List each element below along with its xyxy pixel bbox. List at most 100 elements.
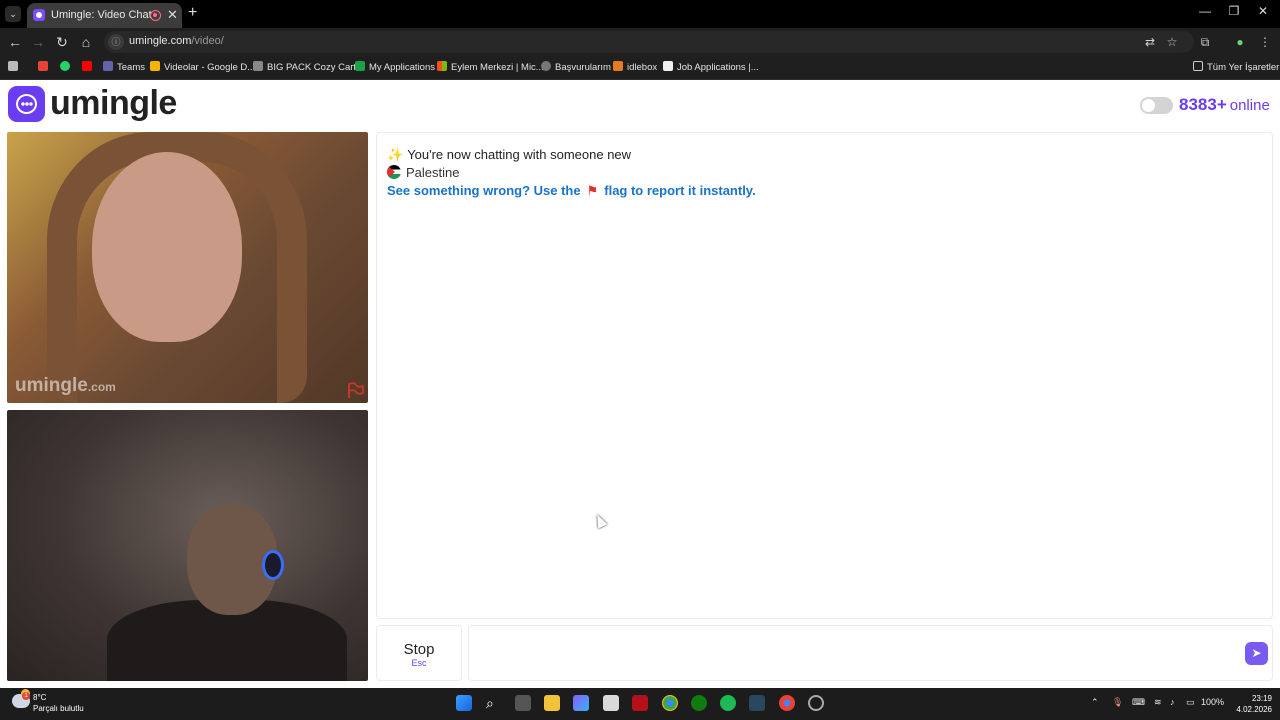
extensions-icon[interactable]: ⧉ xyxy=(1197,34,1213,50)
microsoft-icon xyxy=(437,61,447,71)
stop-shortcut: Esc xyxy=(411,658,427,668)
profile-avatar-icon[interactable]: ● xyxy=(1232,34,1248,50)
site-info-icon[interactable]: ⓘ xyxy=(108,34,124,50)
headset-light xyxy=(262,550,284,580)
bookmark-teams[interactable]: Teams xyxy=(103,61,145,75)
red-app-icon[interactable] xyxy=(632,695,648,711)
bookmark-gmail[interactable] xyxy=(38,61,52,75)
forward-arrow-icon[interactable]: → xyxy=(30,34,46,50)
report-flag-icon[interactable] xyxy=(346,382,364,398)
whatsapp-icon xyxy=(60,61,70,71)
bookmark-eylem-merkezi[interactable]: Eylem Merkezi | Mic... xyxy=(437,61,544,75)
weather-badge: 1 xyxy=(22,692,30,700)
keyboard-icon[interactable]: ⌨ xyxy=(1132,697,1145,708)
minimize-button[interactable]: — xyxy=(1190,4,1220,18)
bookmark-whatsapp[interactable] xyxy=(60,61,74,75)
copilot-icon[interactable] xyxy=(573,695,589,711)
browser-toolbar: ← → ↻ ⌂ ⓘ umingle.com/video/ ⇄ ☆ ⧉ ● ⋮ xyxy=(0,28,1280,56)
red-flag-icon: ⚑ xyxy=(586,183,599,198)
self-video xyxy=(7,410,368,681)
umingle-watermark: umingle.com xyxy=(15,375,116,396)
tab-title: Umingle: Video Chat with S xyxy=(51,9,155,21)
stop-label: Stop xyxy=(403,641,435,658)
folder-icon xyxy=(1193,61,1203,71)
gmail-icon xyxy=(38,61,48,71)
bookmark-idlebox[interactable]: idlebox xyxy=(613,61,657,75)
url-path: /video/ xyxy=(191,35,224,47)
restore-button[interactable]: ❐ xyxy=(1219,4,1249,18)
message-input[interactable] xyxy=(468,625,1273,681)
microphone-icon[interactable]: 🎙 xyxy=(1112,697,1123,708)
weather-description: Parçalı bulutlu xyxy=(33,704,84,713)
chrome-profile-icon[interactable] xyxy=(779,695,795,711)
file-explorer-icon[interactable] xyxy=(544,695,560,711)
sparkle-icon: ✨ xyxy=(387,147,404,162)
new-tab-button[interactable]: + xyxy=(188,4,197,22)
bookmark-my-applications[interactable]: My Applications xyxy=(355,61,435,75)
battery-icon[interactable]: ▭ xyxy=(1186,697,1195,708)
workday-icon xyxy=(663,61,673,71)
globe-icon xyxy=(541,61,551,71)
clock-time: 23:19 xyxy=(1251,694,1272,703)
window-close-button[interactable]: ✕ xyxy=(1248,4,1278,18)
online-count: 8383+ xyxy=(1179,95,1227,114)
umingle-logo-icon[interactable] xyxy=(8,86,45,122)
home-icon[interactable]: ⌂ xyxy=(78,34,94,50)
google-drive-icon xyxy=(150,61,160,71)
battery-percent: 100% xyxy=(1201,697,1225,707)
youtube-icon xyxy=(82,61,92,71)
spotify-icon[interactable] xyxy=(720,695,736,711)
system-message-connected: ✨ You're now chatting with someone new xyxy=(387,147,632,162)
back-arrow-icon[interactable]: ← xyxy=(7,34,23,50)
bookmarks-bar: Teams Videolar - Google D... BIG PACK Co… xyxy=(0,56,1280,80)
windows-taskbar: 1 8°C Parçalı bulutlu ⌕ ⌃ 🎙 ⌨ ≋ ♪ ▭ 100%… xyxy=(0,688,1280,720)
site-logo-text[interactable]: umingle xyxy=(50,84,177,123)
online-label: online xyxy=(1229,97,1270,114)
bookmark-google-drive[interactable]: Videolar - Google D... xyxy=(150,61,255,75)
bookmark-big-pack[interactable]: BIG PACK Cozy Cart... xyxy=(253,61,364,75)
bookmark-basvurularim[interactable]: Başvurularım xyxy=(541,61,611,75)
xbox-icon[interactable] xyxy=(691,695,707,711)
wifi-icon[interactable]: ≋ xyxy=(1154,697,1162,708)
report-hint: See something wrong? Use the ⚑ flag to rep… xyxy=(387,183,756,198)
stranger-country: Palestine xyxy=(387,165,459,180)
search-icon[interactable]: ⌕ xyxy=(486,695,502,711)
clock-date: 4.02.2026 xyxy=(1236,705,1272,714)
tab-search-button[interactable]: ⌄ xyxy=(5,6,21,22)
online-counter: 8383+ online xyxy=(1179,95,1270,115)
send-button[interactable]: ➤ xyxy=(1245,642,1268,665)
store-icon[interactable] xyxy=(603,695,619,711)
idlebox-icon xyxy=(613,61,623,71)
volume-icon[interactable]: ♪ xyxy=(1170,697,1175,707)
apps-grid-icon[interactable] xyxy=(8,61,22,75)
task-view-icon[interactable] xyxy=(515,695,531,711)
browser-tab-umingle[interactable]: Umingle: Video Chat with S ✕ xyxy=(27,3,182,28)
umingle-favicon-icon xyxy=(33,9,45,21)
address-bar[interactable]: ⓘ umingle.com/video/ xyxy=(104,31,1194,53)
steam-icon[interactable] xyxy=(749,695,765,711)
system-clock[interactable]: 23:19 4.02.2026 xyxy=(1232,693,1272,715)
bookmark-youtube[interactable] xyxy=(82,61,96,75)
send-arrow-icon: ➤ xyxy=(1251,646,1262,660)
recorder-icon[interactable] xyxy=(808,695,824,711)
start-windows-icon[interactable] xyxy=(456,695,472,711)
all-bookmarks-folder[interactable]: Tüm Yer İşaretleri xyxy=(1193,61,1280,75)
translate-icon[interactable]: ⇄ xyxy=(1142,34,1158,50)
stop-button[interactable]: Stop Esc xyxy=(376,625,462,681)
weather-temperature: 8°C xyxy=(33,693,47,702)
bookmark-star-icon[interactable]: ☆ xyxy=(1164,34,1180,50)
bookmark-job-applications[interactable]: Job Applications |... xyxy=(663,61,759,75)
tab-close-icon[interactable]: ✕ xyxy=(167,7,178,23)
teams-icon xyxy=(103,61,113,71)
recording-indicator-icon xyxy=(150,10,161,21)
menu-kebab-icon[interactable]: ⋮ xyxy=(1257,34,1273,50)
steam-s-icon xyxy=(355,61,365,71)
url-host: umingle.com xyxy=(129,35,192,47)
reload-icon[interactable]: ↻ xyxy=(54,34,70,50)
stranger-video: umingle.com xyxy=(7,132,368,403)
tray-overflow-icon[interactable]: ⌃ xyxy=(1091,697,1099,708)
palestine-flag-icon xyxy=(387,165,401,179)
chat-log: ✨ You're now chatting with someone new Pa… xyxy=(376,132,1273,619)
theme-toggle[interactable] xyxy=(1140,97,1173,114)
chrome-icon[interactable] xyxy=(662,695,678,711)
